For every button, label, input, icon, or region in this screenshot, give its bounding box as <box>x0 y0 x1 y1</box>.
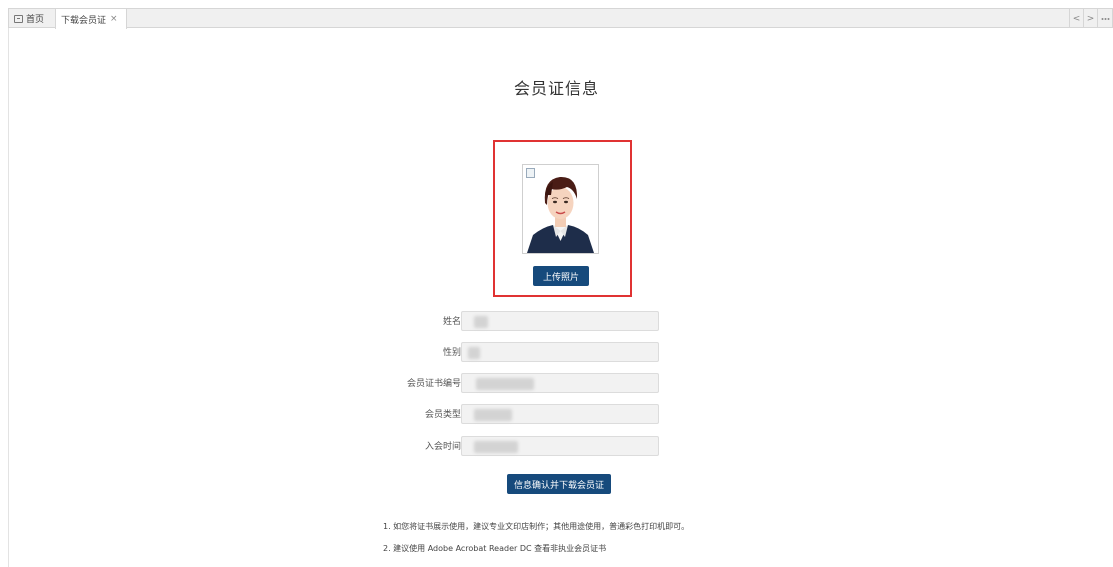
confirm-download-button[interactable]: 信息确认并下载会员证 <box>507 474 611 494</box>
cert-number-label: 会员证书编号 <box>406 379 461 389</box>
gender-field[interactable] <box>461 342 659 362</box>
member-type-field[interactable] <box>461 404 659 424</box>
join-date-label: 入会时间 <box>424 442 461 452</box>
chevron-left-icon[interactable]: < <box>1069 9 1083 28</box>
tab-active-label: 下载会员证 <box>61 15 107 26</box>
content-left-border <box>8 28 9 567</box>
form-row-member-type: 会员类型 <box>380 404 670 424</box>
upload-photo-button[interactable]: 上传照片 <box>533 266 589 286</box>
form-row-cert-number: 会员证书编号 <box>380 373 670 393</box>
home-icon <box>14 14 23 23</box>
form-row-join-date: 入会时间 <box>380 436 670 456</box>
tab-home[interactable]: 首页 <box>9 9 51 28</box>
page-title: 会员证信息 <box>513 79 599 98</box>
redaction-blur <box>474 441 518 453</box>
join-date-field[interactable] <box>461 436 659 456</box>
more-tabs-icon[interactable] <box>1097 9 1112 28</box>
broken-image-icon <box>526 168 535 178</box>
note-line-2: 2. 建议使用 Adobe Acrobat Reader DC 查看非执业会员证… <box>383 544 607 553</box>
portrait-image <box>523 165 598 253</box>
tab-home-label: 首页 <box>26 15 45 25</box>
redaction-blur <box>468 347 480 359</box>
redaction-blur <box>474 316 488 328</box>
tab-bar: 首页 下载会员证 × < > <box>8 8 1113 29</box>
form-row-gender: 性别 <box>380 342 670 362</box>
tab-download-member-card[interactable]: 下载会员证 × <box>55 9 127 29</box>
redaction-blur <box>476 378 534 390</box>
form-row-name: 姓名 <box>380 311 670 331</box>
redaction-blur <box>474 409 512 421</box>
member-photo <box>522 164 599 254</box>
more-dots-icon <box>1101 17 1109 20</box>
member-type-label: 会员类型 <box>424 410 461 420</box>
cert-number-field[interactable] <box>461 373 659 393</box>
name-label: 姓名 <box>442 317 461 327</box>
close-icon[interactable]: × <box>110 14 118 24</box>
chevron-right-icon[interactable]: > <box>1083 9 1097 28</box>
note-line-1: 1. 如您将证书展示使用，建议专业文印店制作；其他用途使用，普通彩色打印机即可。 <box>383 522 690 531</box>
name-field[interactable] <box>461 311 659 331</box>
gender-label: 性别 <box>442 348 461 358</box>
photo-section: 上传照片 <box>493 140 632 297</box>
